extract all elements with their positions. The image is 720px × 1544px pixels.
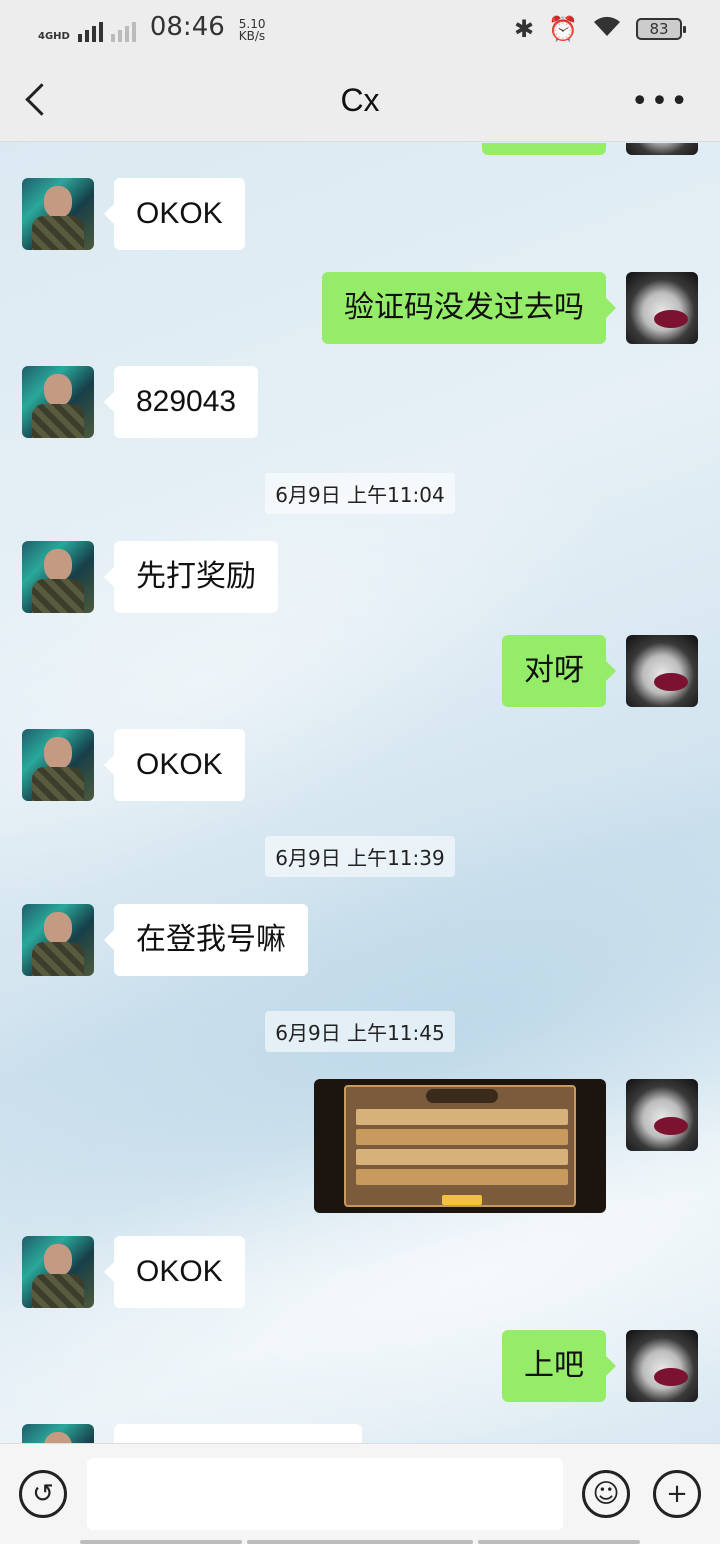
more-icon[interactable]: •••: [631, 84, 690, 119]
clock: 08:46: [149, 12, 225, 42]
image-message[interactable]: [314, 1079, 606, 1213]
nav-hint: [80, 1540, 242, 1544]
message-bubble-received[interactable]: 829043: [103, 366, 259, 438]
game-screenshot-image: [344, 1085, 576, 1207]
message-bubble-received[interactable]: 先打奖励: [104, 541, 278, 613]
my-avatar[interactable]: [626, 1079, 698, 1151]
chat-header: Cx •••: [0, 60, 720, 142]
timestamp-label: 6月9日 上午11:39: [265, 836, 455, 877]
bluetooth-icon: ✱: [514, 15, 535, 43]
timestamp-label: 6月9日 上午11:45: [265, 1011, 455, 1052]
friend-avatar[interactable]: [22, 178, 94, 250]
my-avatar[interactable]: [626, 635, 698, 707]
message-bubble-sent[interactable]: 验证码没发过去吗: [322, 272, 616, 344]
friend-avatar[interactable]: [22, 541, 94, 613]
timestamp: 6月9日 上午11:39: [0, 836, 720, 877]
network-type: 4GHD: [38, 31, 70, 42]
timestamp: 6月9日 上午11:04: [0, 473, 720, 514]
message-bubble-received[interactable]: OKOK: [104, 178, 245, 250]
wifi-icon: [592, 14, 622, 44]
message-bubble-received[interactable]: OKOK: [104, 729, 245, 801]
message-bubble-partial[interactable]: [482, 143, 606, 155]
signal-2-icon: [110, 18, 136, 42]
friend-avatar[interactable]: [22, 366, 94, 438]
friend-avatar[interactable]: [22, 1236, 94, 1308]
emoji-icon[interactable]: ☺: [582, 1470, 630, 1518]
my-avatar[interactable]: [626, 272, 698, 344]
message-bubble-sent[interactable]: 上吧: [502, 1330, 616, 1402]
nav-hint: [478, 1540, 640, 1544]
friend-avatar[interactable]: [22, 904, 94, 976]
status-bar: 4GHD 08:46 5.10 KB/s ✱ ⏰ 83: [0, 0, 720, 60]
my-avatar[interactable]: [626, 1330, 698, 1402]
friend-avatar[interactable]: [22, 1424, 94, 1443]
battery-icon: 83: [636, 18, 686, 40]
signal-icon: [77, 18, 103, 42]
friend-avatar[interactable]: [22, 729, 94, 801]
my-avatar[interactable]: [626, 143, 698, 155]
alarm-icon: ⏰: [548, 15, 578, 43]
message-bubble-received[interactable]: OKOK: [104, 1236, 245, 1308]
timestamp-label: 6月9日 上午11:04: [265, 473, 455, 514]
nav-hint: [247, 1540, 473, 1544]
message-input[interactable]: [87, 1458, 563, 1530]
speed-unit: KB/s: [238, 29, 266, 43]
input-bar: ↺ ☺ +: [0, 1443, 720, 1544]
chat-title: Cx: [340, 82, 380, 118]
message-list[interactable]: OKOK 验证码没发过去吗 829043 6月9日 上午11:04 先打奖励 对…: [0, 143, 720, 1443]
message-bubble-sent[interactable]: 对呀: [502, 635, 616, 707]
plus-icon[interactable]: +: [653, 1470, 701, 1518]
network-speed: 5.10 KB/s: [239, 18, 266, 42]
message-bubble-partial[interactable]: [114, 1424, 362, 1443]
message-bubble-received[interactable]: 在登我号嘛: [104, 904, 308, 976]
timestamp: 6月9日 上午11:45: [0, 1011, 720, 1052]
voice-icon[interactable]: ↺: [19, 1470, 67, 1518]
